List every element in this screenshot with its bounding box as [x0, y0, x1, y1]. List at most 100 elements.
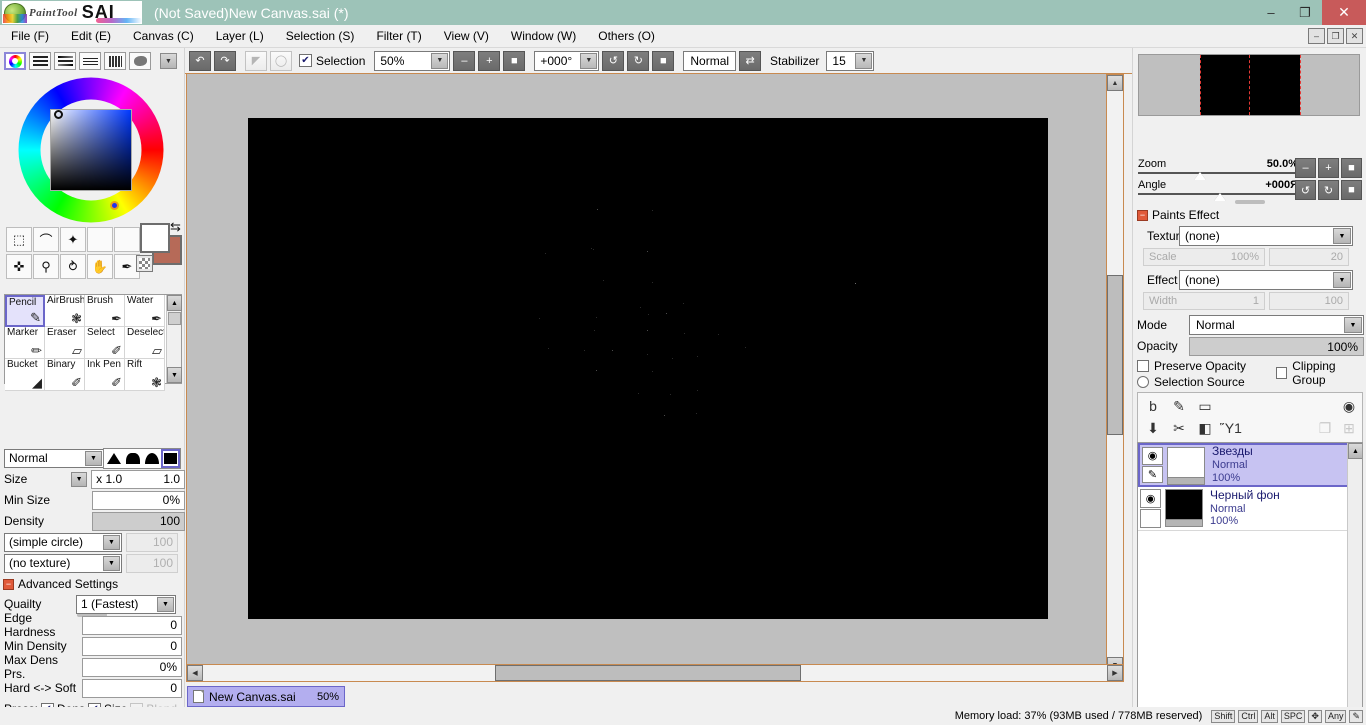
chevron-down-icon[interactable]: ▼	[85, 451, 102, 466]
chevron-down-icon[interactable]: ▼	[431, 53, 448, 69]
move-tool[interactable]: ✜	[6, 254, 32, 279]
rotate-tool[interactable]: ⥁	[60, 254, 86, 279]
preserve-opacity-toggle[interactable]: Preserve Opacity	[1137, 359, 1246, 373]
navigator-zoom-out-button[interactable]: –	[1295, 158, 1316, 178]
navigator-zoom-knob[interactable]	[1194, 172, 1206, 180]
brush-shape-preset-combo[interactable]: (simple circle) ▼	[4, 533, 122, 552]
menu-edit[interactable]: Edit (E)	[60, 27, 122, 45]
tool-eraser[interactable]: Eraser ▱	[45, 327, 85, 359]
angle-combo[interactable]: +000° ▼	[534, 51, 599, 71]
tool-grid-scrollbar[interactable]: ▲ ▼	[166, 295, 181, 383]
layer-lock-icon[interactable]	[1140, 509, 1161, 528]
effect-combo[interactable]: (none) ▼	[1179, 270, 1353, 290]
canvas-vertical-scrollbar[interactable]: ▲ ▼	[1106, 74, 1124, 674]
chevron-down-icon[interactable]: ▼	[103, 535, 120, 550]
tool-pencil[interactable]: Pencil ✎	[5, 295, 45, 327]
tool-ink-pen[interactable]: Ink Pen ✐	[85, 359, 125, 391]
density-slider-field[interactable]: 100	[92, 512, 185, 531]
minimize-button[interactable]: –	[1254, 0, 1288, 25]
menu-selection[interactable]: Selection (S)	[275, 27, 366, 45]
paints-effect-header[interactable]: − Paints Effect	[1137, 208, 1219, 222]
new-linework-layer-icon[interactable]: ✎	[1170, 397, 1188, 415]
merge-down-icon[interactable]: ✂	[1170, 419, 1188, 437]
zoom-combo[interactable]: 50% ▼	[374, 51, 450, 71]
navigator-rotate-reset-button[interactable]: ■	[1341, 180, 1362, 200]
swap-colors-icon[interactable]: ⇆	[170, 219, 181, 235]
view-mode-display[interactable]: Normal	[683, 51, 736, 71]
scratchpad-tab[interactable]	[129, 52, 151, 70]
color-wheel[interactable]	[10, 77, 172, 222]
magic-wand-tool[interactable]: ✦	[60, 227, 86, 252]
hard-soft-field[interactable]: 0	[82, 679, 182, 698]
redo-button[interactable]: ↷	[214, 51, 236, 71]
scrollbar-thumb[interactable]	[168, 312, 181, 325]
navigator-resize-grip[interactable]	[1235, 200, 1265, 204]
chevron-down-icon[interactable]: ▼	[160, 53, 177, 69]
tool-binary[interactable]: Binary ✐	[45, 359, 85, 391]
zoom-in-button[interactable]: +	[478, 51, 500, 71]
scroll-up-icon[interactable]: ▲	[1348, 443, 1363, 459]
shape-square-solid-button[interactable]	[161, 449, 180, 468]
collapse-minus-icon[interactable]: −	[3, 579, 14, 590]
layers-scrollbar[interactable]: ▲	[1347, 443, 1362, 725]
mdi-minimize-button[interactable]: –	[1308, 28, 1325, 44]
selection-toggle[interactable]: ✔ Selection	[299, 54, 365, 68]
layer-mode-combo[interactable]: Normal ▼	[1189, 315, 1364, 335]
tool-airbrush[interactable]: AirBrush ❃	[45, 295, 85, 327]
hsv-sliders-tab[interactable]	[54, 52, 76, 70]
navigator-preview[interactable]	[1138, 54, 1360, 116]
clipping-group-checkbox-icon[interactable]	[1276, 367, 1287, 379]
canvas-viewport[interactable]	[186, 74, 1124, 674]
maximize-button[interactable]: ❐	[1288, 0, 1322, 25]
shape-triangle-round-button[interactable]	[123, 449, 142, 468]
lasso-select-tool[interactable]: ⌒	[33, 227, 59, 252]
navigator-zoom-in-button[interactable]: +	[1318, 158, 1339, 178]
shape-triangle-soft-button[interactable]	[142, 449, 161, 468]
new-folder-icon[interactable]: ▭	[1196, 397, 1214, 415]
zoom-out-button[interactable]: –	[453, 51, 475, 71]
flip-selection-button[interactable]: ◤	[245, 51, 267, 71]
empty-slot-1[interactable]: .	[87, 227, 113, 252]
tool-rift[interactable]: Rift ❃	[125, 359, 165, 391]
texture-combo[interactable]: (none) ▼	[1179, 226, 1353, 246]
max-dens-prs-field[interactable]: 0%	[82, 658, 182, 677]
min-size-field[interactable]: 0%	[92, 491, 185, 510]
menu-window[interactable]: Window (W)	[500, 27, 587, 45]
color-wheel-tab[interactable]	[4, 52, 26, 70]
delete-layer-icon[interactable]: Ὕ1	[1222, 419, 1240, 437]
rotate-selection-button[interactable]: ◯	[270, 51, 292, 71]
scroll-up-icon[interactable]: ▲	[167, 295, 182, 311]
mdi-close-button[interactable]: ✕	[1346, 28, 1363, 44]
collapse-minus-icon[interactable]: −	[1137, 210, 1148, 221]
edge-hardness-field[interactable]: 0	[82, 616, 182, 635]
horizontal-scrollbar-thumb[interactable]	[495, 665, 801, 681]
quality-combo[interactable]: 1 (Fastest) ▼	[76, 595, 176, 614]
layer-visibility-eye-icon[interactable]: ◉	[1142, 447, 1163, 465]
rect-select-tool[interactable]: ⬚	[6, 227, 32, 252]
zoom-reset-button[interactable]: ■	[503, 51, 525, 71]
navigator-rotate-ccw-button[interactable]: ↺	[1295, 180, 1316, 200]
layer-linework-pen-icon[interactable]: ✎	[1142, 466, 1163, 484]
scroll-right-icon[interactable]: ▶	[1107, 665, 1123, 681]
scroll-left-icon[interactable]: ◀	[187, 665, 203, 681]
size-mode-dropdown[interactable]: ▼	[71, 472, 87, 487]
new-layer-icon[interactable]: ὜b	[1144, 397, 1162, 415]
menu-canvas[interactable]: Canvas (C)	[122, 27, 205, 45]
foreground-color-swatch[interactable]	[140, 223, 170, 253]
hue-cursor-marker[interactable]	[110, 201, 119, 210]
clear-layer-icon[interactable]: ◧	[1196, 419, 1214, 437]
close-button[interactable]: ✕	[1322, 0, 1366, 25]
rotate-ccw-button[interactable]: ↺	[602, 51, 624, 71]
stabilizer-combo[interactable]: 15 ▼	[826, 51, 874, 71]
min-density-field[interactable]: 0	[82, 637, 182, 656]
chevron-down-icon[interactable]: ▼	[103, 556, 120, 571]
clipping-group-toggle[interactable]: Clipping Group	[1276, 359, 1366, 387]
document-tab[interactable]: New Canvas.sai 50%	[187, 686, 345, 707]
selection-source-toggle[interactable]: Selection Source	[1137, 375, 1245, 389]
rotate-reset-button[interactable]: ■	[652, 51, 674, 71]
transparent-color-button[interactable]	[136, 255, 153, 272]
navigator-angle-knob[interactable]	[1214, 193, 1226, 201]
brush-blend-mode-combo[interactable]: Normal ▼	[4, 449, 104, 468]
tool-water[interactable]: Water ✒	[125, 295, 165, 327]
brush-texture-combo[interactable]: (no texture) ▼	[4, 554, 122, 573]
